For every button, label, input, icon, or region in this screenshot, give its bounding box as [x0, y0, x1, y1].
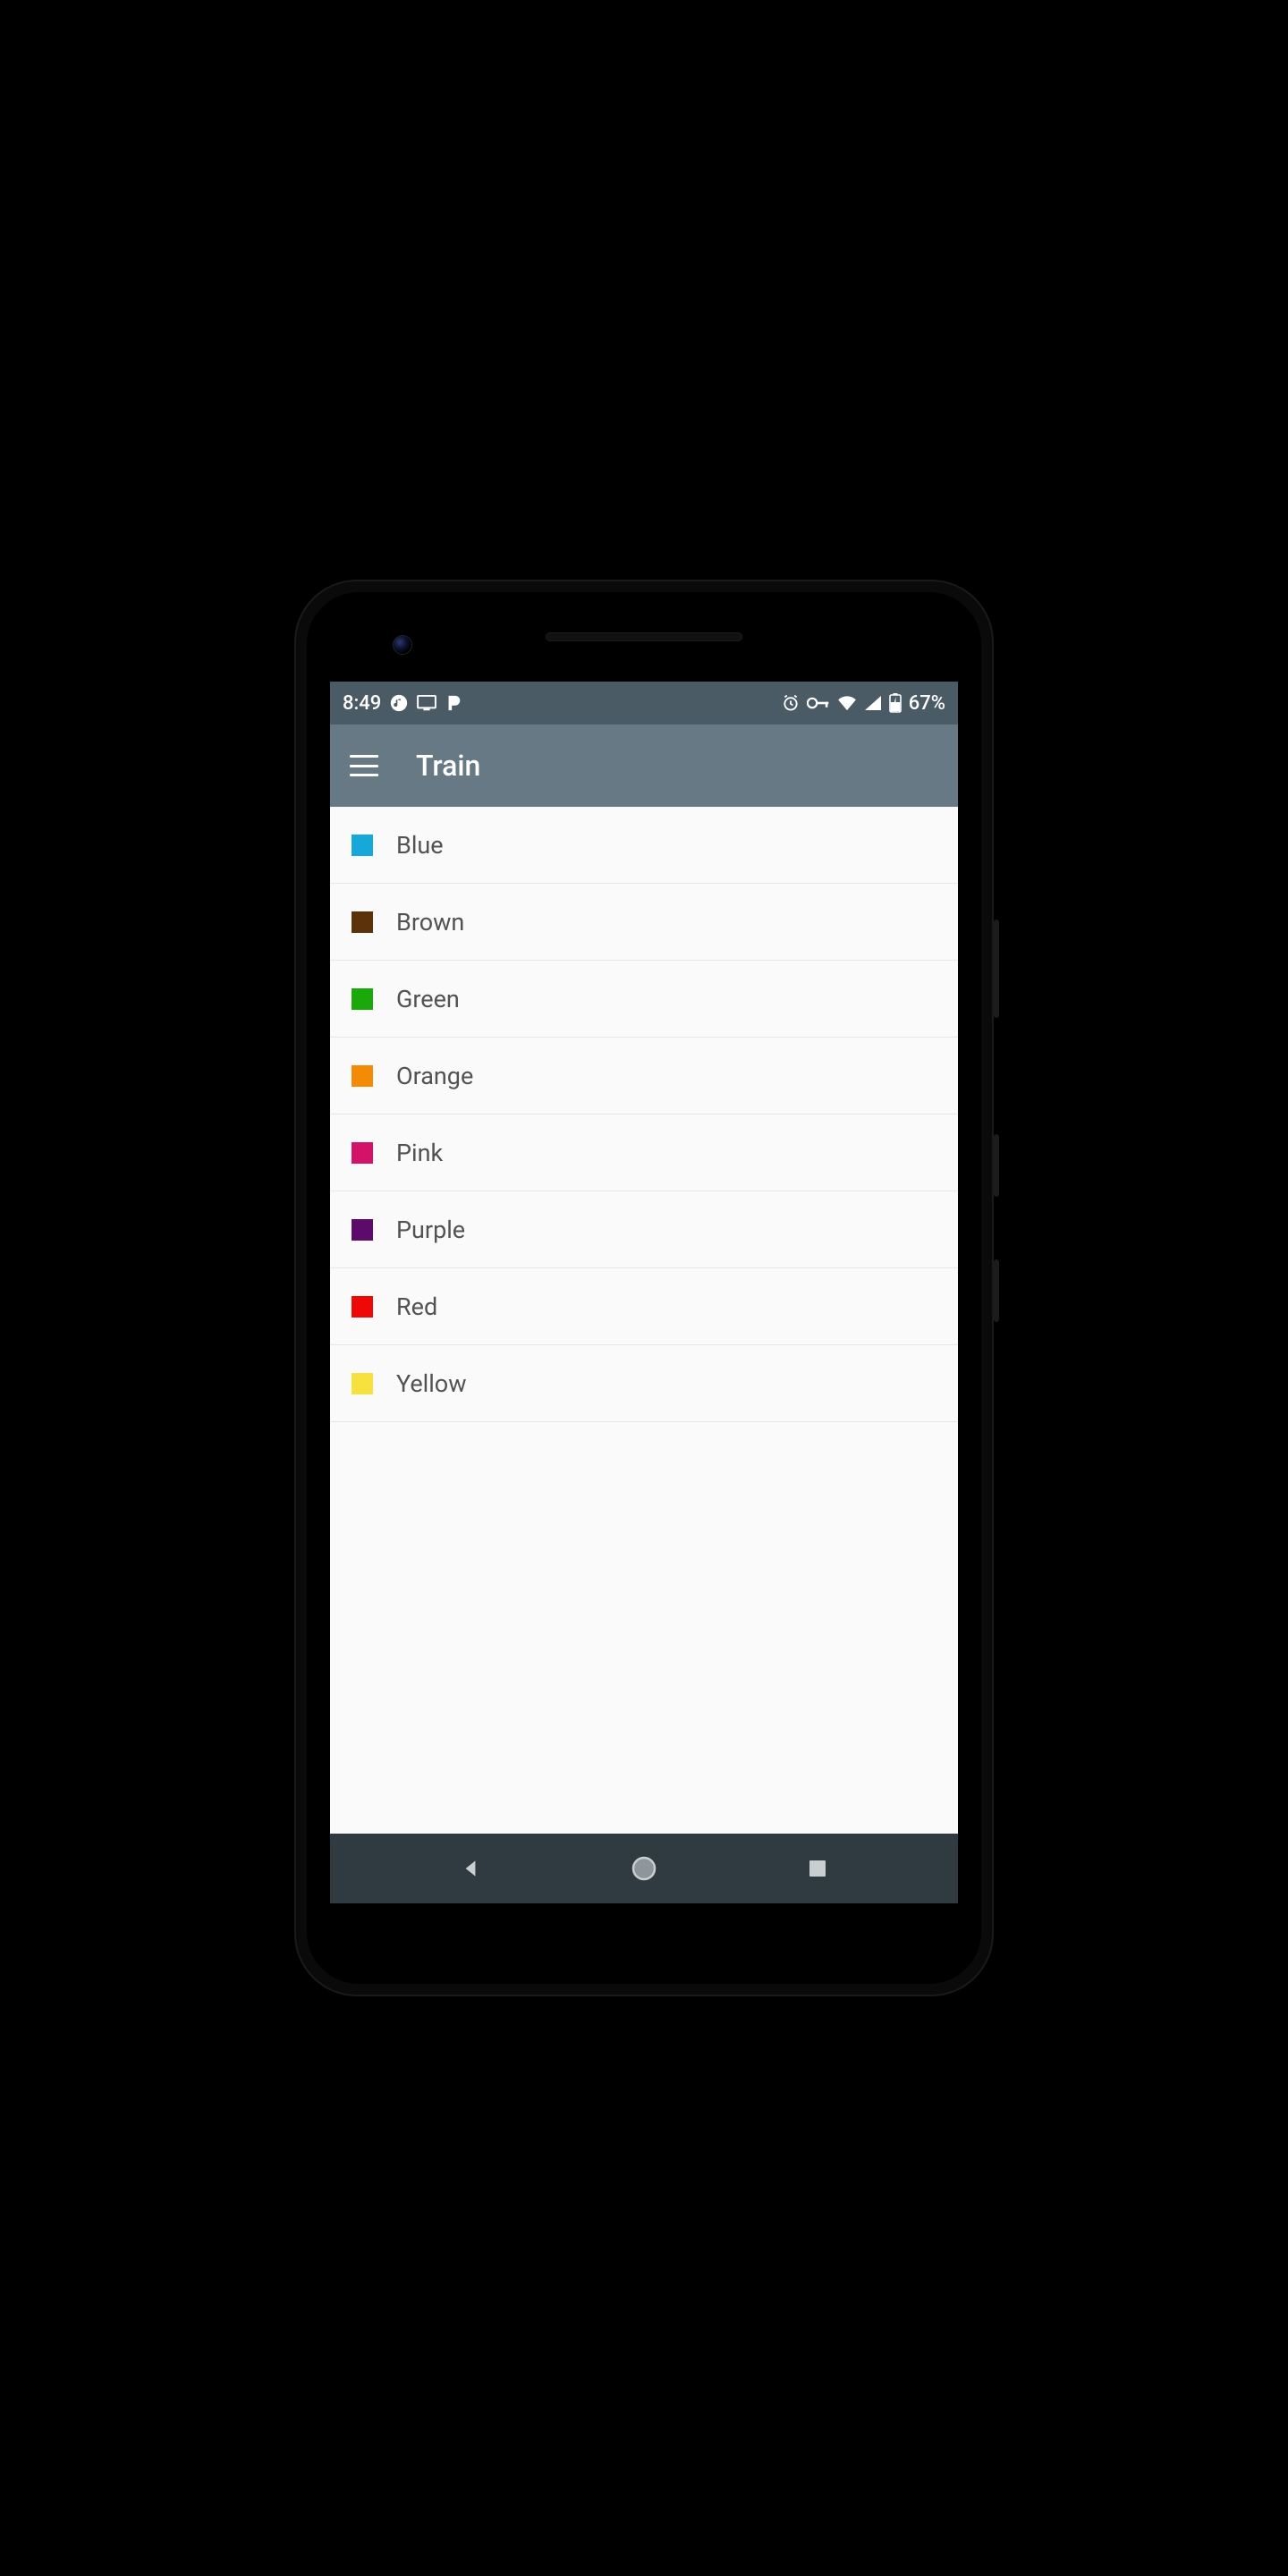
alarm-icon: [782, 694, 800, 712]
list-item[interactable]: Green: [330, 961, 958, 1038]
phone-camera: [393, 635, 412, 655]
nav-home-button[interactable]: [617, 1842, 671, 1895]
color-swatch: [352, 835, 373, 856]
list-item-label: Brown: [396, 908, 464, 936]
status-bar: 8:49: [330, 682, 958, 724]
wifi-icon: [837, 695, 857, 711]
color-swatch: [352, 1373, 373, 1394]
color-swatch: [352, 1065, 373, 1087]
phone-bezel-top: [307, 592, 981, 682]
list-item[interactable]: Blue: [330, 807, 958, 884]
color-swatch: [352, 988, 373, 1010]
nav-back-button[interactable]: [444, 1842, 497, 1895]
list-item[interactable]: Brown: [330, 884, 958, 961]
phone-speaker-top: [546, 632, 742, 641]
list-item[interactable]: Red: [330, 1268, 958, 1345]
list-item[interactable]: Orange: [330, 1038, 958, 1114]
vpn-key-icon: [807, 697, 830, 709]
screen: 8:49: [330, 682, 958, 1903]
battery-charging-icon: [889, 693, 902, 713]
color-swatch: [352, 911, 373, 933]
status-bar-left: 8:49: [343, 692, 462, 715]
list-item-label: Orange: [396, 1062, 473, 1090]
nav-bar: [330, 1834, 958, 1903]
color-list: Blue Brown Green Orange Pink: [330, 807, 958, 1834]
list-item-label: Yellow: [396, 1369, 467, 1398]
music-icon: [390, 694, 408, 712]
status-time: 8:49: [343, 692, 381, 715]
page-title: Train: [416, 749, 480, 783]
phone-side-button: [994, 1134, 999, 1197]
list-item[interactable]: Pink: [330, 1114, 958, 1191]
status-battery-text: 67%: [909, 692, 945, 715]
phone-side-button: [994, 1259, 999, 1322]
nav-recents-button[interactable]: [791, 1842, 844, 1895]
list-item[interactable]: Purple: [330, 1191, 958, 1268]
list-item-label: Green: [396, 985, 460, 1013]
cell-signal-icon: [864, 695, 882, 711]
menu-icon[interactable]: [350, 755, 378, 776]
app-bar: Train: [330, 724, 958, 807]
list-item-label: Red: [396, 1292, 437, 1321]
list-item-label: Blue: [396, 831, 444, 860]
color-swatch: [352, 1296, 373, 1318]
list-item-label: Purple: [396, 1216, 465, 1244]
app-p-icon: [445, 694, 462, 712]
color-swatch: [352, 1219, 373, 1241]
list-item[interactable]: Yellow: [330, 1345, 958, 1422]
color-swatch: [352, 1142, 373, 1164]
status-bar-right: 67%: [782, 692, 945, 715]
cast-icon: [417, 695, 436, 711]
list-item-label: Pink: [396, 1139, 443, 1167]
phone-frame: 8:49: [294, 580, 994, 1996]
phone-side-button: [994, 919, 999, 1018]
